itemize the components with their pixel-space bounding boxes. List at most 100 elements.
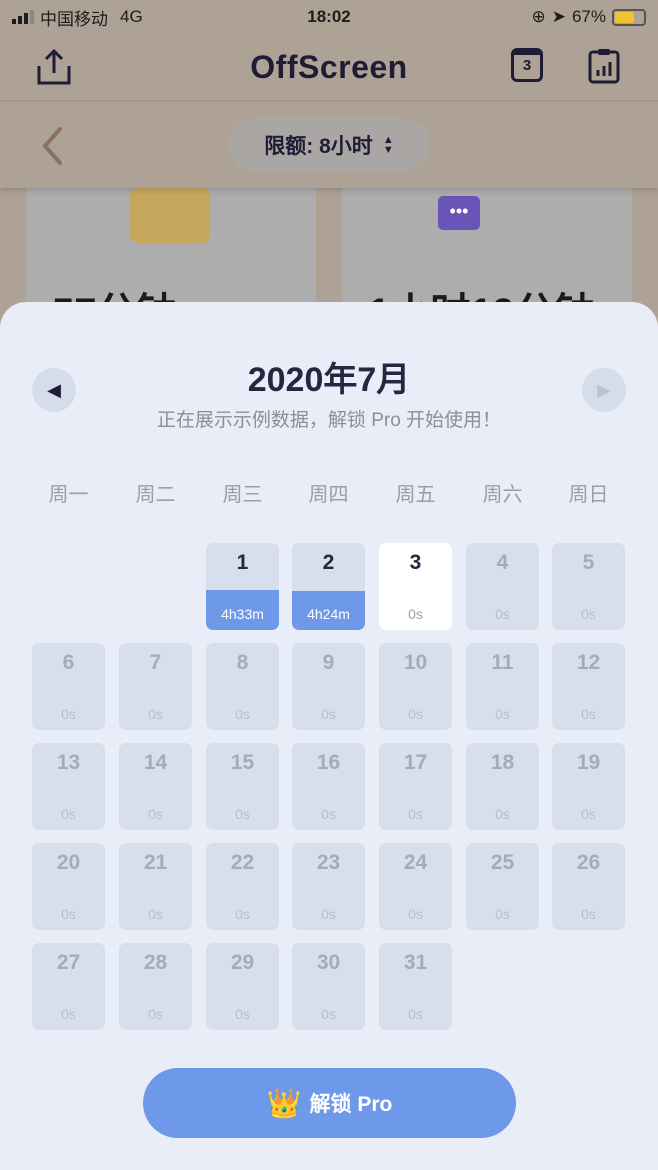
nav-bar: OffScreen 3: [0, 34, 658, 102]
day-cell[interactable]: 4 0s: [466, 543, 539, 630]
day-number: 8: [236, 651, 249, 674]
day-cell[interactable]: 24 0s: [379, 843, 452, 930]
day-number: 7: [149, 651, 162, 674]
day-number: 27: [56, 951, 81, 974]
sofa-phone-illustration: [130, 188, 210, 243]
day-usage: 0s: [581, 906, 596, 922]
day-cell[interactable]: 5 0s: [552, 543, 625, 630]
day-cell[interactable]: 29 0s: [206, 943, 279, 1030]
day-usage: 0s: [495, 606, 510, 622]
day-usage: 0s: [408, 1006, 423, 1022]
unlock-pro-button[interactable]: 👑 解锁 Pro: [143, 1068, 516, 1138]
day-usage: 0s: [148, 1006, 163, 1022]
day-usage: 0s: [321, 806, 336, 822]
day-usage: 0s: [408, 806, 423, 822]
summary-card-onscreen: ••• 1小时19分钟: [342, 188, 632, 335]
location-icon: ➤: [551, 7, 566, 26]
day-cell[interactable]: 1 4h33m: [206, 543, 279, 630]
report-clipboard-icon[interactable]: [588, 48, 620, 84]
day-cell[interactable]: 23 0s: [292, 843, 365, 930]
weekday-label: 周二: [135, 484, 176, 506]
day-usage: 0s: [235, 906, 250, 922]
day-number: 20: [56, 851, 81, 874]
day-cell[interactable]: 19 0s: [552, 743, 625, 830]
day-usage: 0s: [148, 706, 163, 722]
day-number: 11: [491, 651, 514, 674]
day-cell[interactable]: 18 0s: [466, 743, 539, 830]
day-usage: 0s: [148, 906, 163, 922]
day-number: 25: [490, 851, 515, 874]
day-usage: 4h24m: [307, 606, 350, 622]
up-down-icon: ▲ ▼: [382, 133, 394, 156]
day-cell[interactable]: 11 0s: [466, 643, 539, 730]
day-cell[interactable]: 21 0s: [119, 843, 192, 930]
weekday-label: 周六: [482, 484, 523, 506]
day-usage: 0s: [581, 806, 596, 822]
summary-card-offscreen: 57分钟: [26, 188, 316, 335]
day-usage: 0s: [235, 1006, 250, 1022]
day-cell[interactable]: 3 0s: [379, 543, 452, 630]
day-cell[interactable]: 12 0s: [552, 643, 625, 730]
calendar-badge: 3: [522, 57, 532, 74]
day-number: 2: [322, 551, 335, 574]
day-usage: 0s: [61, 1006, 76, 1022]
day-cell[interactable]: 25 0s: [466, 843, 539, 930]
day-number: 18: [490, 751, 515, 774]
network: 4G: [120, 7, 143, 26]
day-cell[interactable]: 28 0s: [119, 943, 192, 1030]
weekday-label: 周三: [222, 484, 263, 506]
day-number: 10: [403, 651, 428, 674]
battery-percent: 67%: [571, 7, 606, 26]
calendar-icon[interactable]: 3: [511, 48, 543, 82]
day-number: 21: [143, 851, 168, 874]
day-number: 19: [576, 751, 601, 774]
back-chevron-icon[interactable]: [40, 126, 64, 166]
day-cell[interactable]: 9 0s: [292, 643, 365, 730]
day-usage: 0s: [235, 706, 250, 722]
day-usage: 0s: [321, 706, 336, 722]
day-usage: 0s: [495, 706, 510, 722]
day-usage: 0s: [321, 906, 336, 922]
day-number: 6: [62, 651, 75, 674]
day-cell[interactable]: 30 0s: [292, 943, 365, 1030]
day-cell[interactable]: 8 0s: [206, 643, 279, 730]
weekday-label: 周四: [308, 484, 349, 506]
calendar-sheet: ◀ 2020年7月 ▶ 正在展示示例数据，解锁 Pro 开始使用！ 周一 周二 周三…: [0, 302, 658, 1170]
day-usage: 0s: [495, 906, 510, 922]
unlock-label: 解锁 Pro: [309, 1093, 393, 1116]
day-usage: 0s: [235, 806, 250, 822]
day-cell[interactable]: 17 0s: [379, 743, 452, 830]
day-number: 22: [230, 851, 255, 874]
day-number: 9: [322, 651, 335, 674]
weekday-label: 周日: [568, 484, 609, 506]
day-usage: 0s: [408, 706, 423, 722]
phone-chat-illustration: •••: [438, 196, 480, 230]
day-cell[interactable]: 27 0s: [32, 943, 105, 1030]
limit-selector[interactable]: 限额: 8小时 ▲ ▼: [228, 118, 430, 171]
day-cell[interactable]: 31 0s: [379, 943, 452, 1030]
day-cell[interactable]: 15 0s: [206, 743, 279, 830]
day-cell[interactable]: 26 0s: [552, 843, 625, 930]
day-cell[interactable]: 6 0s: [32, 643, 105, 730]
day-cell[interactable]: 10 0s: [379, 643, 452, 730]
day-number: 31: [403, 951, 428, 974]
app-title: OffScreen: [250, 48, 408, 85]
day-cell[interactable]: 2 4h24m: [292, 543, 365, 630]
limit-bar: 限额: 8小时 ▲ ▼: [0, 104, 658, 188]
day-cell[interactable]: 16 0s: [292, 743, 365, 830]
day-cell[interactable]: 14 0s: [119, 743, 192, 830]
day-cell[interactable]: 13 0s: [32, 743, 105, 830]
day-usage: 4h33m: [221, 606, 264, 622]
status-bar: 中国移动 4G 18:02 ⊕ ➤ 67%: [0, 0, 658, 34]
weekday-label: 周五: [395, 484, 436, 506]
month-title: 2020年7月: [247, 361, 411, 399]
day-number: 5: [582, 551, 595, 574]
day-usage: 0s: [581, 706, 596, 722]
day-number: 28: [143, 951, 168, 974]
rotation-lock-icon: ⊕: [531, 7, 546, 26]
day-cell[interactable]: 22 0s: [206, 843, 279, 930]
day-usage: 0s: [148, 806, 163, 822]
day-number: 23: [316, 851, 341, 874]
day-cell[interactable]: 20 0s: [32, 843, 105, 930]
day-cell[interactable]: 7 0s: [119, 643, 192, 730]
